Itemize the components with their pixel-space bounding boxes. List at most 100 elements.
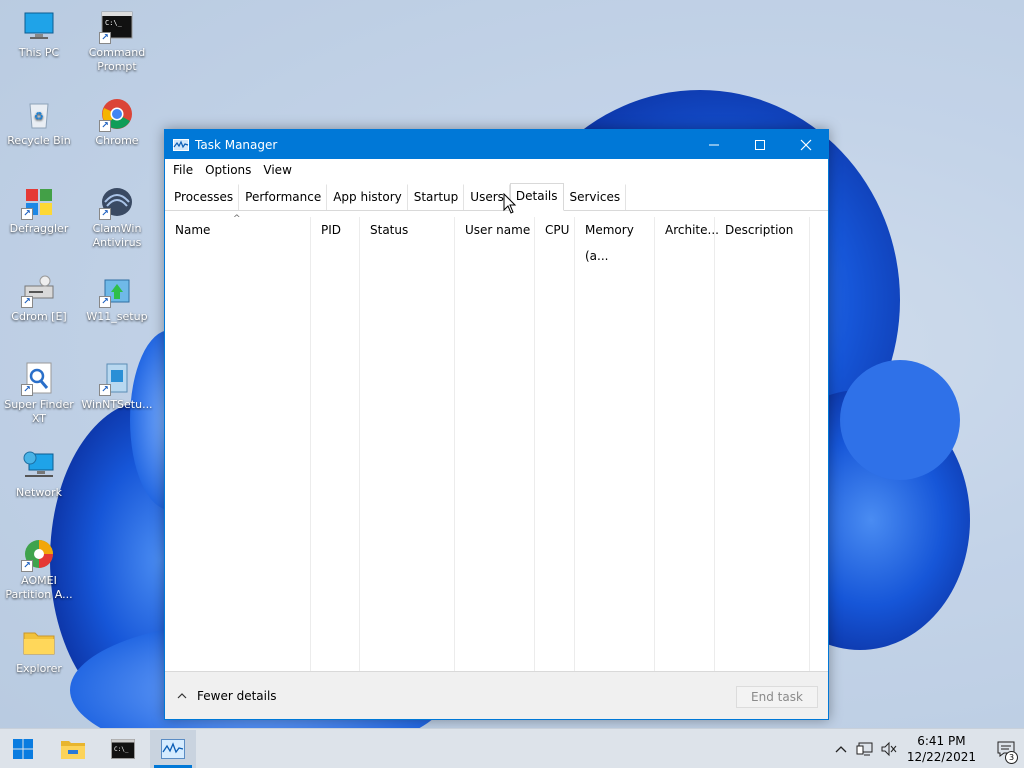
mouse-cursor-icon: [503, 193, 517, 214]
folder-icon: [61, 740, 85, 759]
shortcut-arrow-icon: ↗: [99, 32, 111, 44]
column-divider[interactable]: [310, 217, 311, 672]
desktop-icon-cdrom[interactable]: ↗ Cdrom [E]: [0, 272, 78, 324]
fewer-details-label: Fewer details: [197, 688, 277, 703]
desktop-icon-defraggler[interactable]: ↗ Defraggler: [0, 184, 78, 236]
cdrom-icon: ↗: [21, 272, 57, 308]
desktop-icon-winntsetup[interactable]: ↗ WinNTSetu...: [78, 360, 156, 412]
super-finder-icon: ↗: [21, 360, 57, 396]
notification-count-badge: 3: [1005, 751, 1018, 764]
column-header-status[interactable]: Status: [360, 217, 455, 243]
column-header-description[interactable]: Description: [715, 217, 810, 243]
volume-tray-button[interactable]: [877, 741, 901, 757]
svg-text:C:\_: C:\_: [105, 19, 123, 27]
column-divider[interactable]: [534, 217, 535, 672]
clamwin-icon: ↗: [99, 184, 135, 220]
menu-bar: File Options View: [165, 159, 828, 181]
system-tray: 6:41 PM 12/22/2021 3: [829, 729, 1024, 768]
show-hidden-icons-button[interactable]: [829, 745, 853, 753]
network-icon: [21, 448, 57, 484]
sort-ascending-icon: ^: [233, 214, 241, 224]
column-divider[interactable]: [574, 217, 575, 672]
winntsetup-icon: ↗: [99, 360, 135, 396]
end-task-button[interactable]: End task: [736, 686, 818, 708]
svg-text:♻: ♻: [34, 110, 44, 123]
column-header-pid[interactable]: PID: [311, 217, 360, 243]
task-manager-window[interactable]: Task Manager File Options View Processes…: [164, 129, 829, 720]
taskbar-clock[interactable]: 6:41 PM 12/22/2021: [907, 733, 976, 765]
desktop-icon-chrome[interactable]: ↗ Chrome: [78, 96, 156, 148]
menu-options[interactable]: Options: [199, 163, 257, 177]
desktop-icon-this-pc[interactable]: This PC: [0, 8, 78, 60]
tab-startup[interactable]: Startup: [407, 184, 465, 210]
notification-center-button[interactable]: 3: [988, 729, 1024, 768]
tab-services[interactable]: Services: [563, 184, 627, 210]
menu-file[interactable]: File: [167, 163, 199, 177]
desktop-icon-w11-setup[interactable]: ↗ W11_setup: [78, 272, 156, 324]
desktop-icon-label: WinNTSetu...: [81, 398, 153, 411]
column-divider[interactable]: [809, 217, 810, 672]
maximize-button[interactable]: [737, 130, 783, 159]
window-footer: Fewer details End task: [165, 671, 828, 719]
start-button[interactable]: [0, 730, 46, 768]
column-divider[interactable]: [359, 217, 360, 672]
desktop-icon-recycle-bin[interactable]: ♻ Recycle Bin: [0, 96, 78, 148]
desktop-icon-command-prompt[interactable]: C:\_ ↗ Command Prompt: [78, 8, 156, 74]
recycle-bin-icon: ♻: [21, 96, 57, 132]
tab-details[interactable]: Details: [509, 183, 564, 211]
desktop-icon-label: AOMEI Partition A...: [5, 574, 73, 601]
svg-text:C:\_: C:\_: [114, 746, 129, 753]
desktop-icon-network[interactable]: Network: [0, 448, 78, 500]
network-tray-button[interactable]: [853, 741, 877, 757]
tab-app-history[interactable]: App history: [327, 184, 408, 210]
tab-strip: Processes Performance App history Startu…: [165, 181, 828, 211]
desktop-icon-label: Network: [16, 486, 62, 499]
task-manager-icon: [161, 738, 185, 759]
chrome-icon: ↗: [99, 96, 135, 132]
desktop-icon-label: This PC: [18, 46, 60, 59]
monitor-icon: [21, 8, 57, 44]
tab-processes[interactable]: Processes: [168, 184, 240, 210]
desktop-icon-super-finder[interactable]: ↗ Super Finder XT: [0, 360, 78, 426]
desktop-icon-label: Super Finder XT: [4, 398, 74, 425]
fewer-details-button[interactable]: Fewer details: [177, 689, 277, 703]
tab-performance[interactable]: Performance: [239, 184, 328, 210]
taskbar: C:\_ 6:41 PM 12/22/2021 3: [0, 728, 1024, 768]
minimize-button[interactable]: [691, 130, 737, 159]
minimize-icon: [709, 144, 719, 145]
column-divider[interactable]: [654, 217, 655, 672]
shortcut-arrow-icon: ↗: [99, 208, 111, 220]
clock-date: 12/22/2021: [906, 750, 976, 764]
windows-logo-icon: [13, 738, 33, 759]
taskbar-command-prompt[interactable]: C:\_: [100, 730, 146, 768]
desktop-icon-label: Explorer: [16, 662, 62, 675]
column-header-user-name[interactable]: User name: [455, 217, 535, 243]
desktop-icon-label: Recycle Bin: [7, 134, 71, 147]
details-grid[interactable]: ^ Name PID Status User name CPU Memory (…: [165, 214, 828, 672]
column-divider[interactable]: [714, 217, 715, 672]
desktop-icon-explorer[interactable]: Explorer: [0, 624, 78, 676]
column-divider[interactable]: [454, 217, 455, 672]
shortcut-arrow-icon: ↗: [99, 384, 111, 396]
aomei-icon: ↗: [21, 536, 57, 572]
desktop-icon-label: Cdrom [E]: [11, 310, 67, 323]
close-button[interactable]: [783, 130, 829, 159]
desktop-icon-label: Defraggler: [9, 222, 69, 235]
shortcut-arrow-icon: ↗: [21, 208, 33, 220]
window-title: Task Manager: [195, 137, 278, 152]
column-header-cpu[interactable]: CPU: [535, 217, 575, 243]
desktop-icon-label: Command Prompt: [88, 46, 146, 73]
taskbar-task-manager[interactable]: [150, 729, 196, 768]
shortcut-arrow-icon: ↗: [99, 120, 111, 132]
taskbar-file-explorer[interactable]: [50, 730, 96, 768]
desktop-icon-clamwin[interactable]: ↗ ClamWin Antivirus: [78, 184, 156, 250]
desktop-icon-aomei[interactable]: ↗ AOMEI Partition A...: [0, 536, 78, 602]
chevron-up-icon: [835, 746, 847, 753]
column-header-architecture[interactable]: Archite...: [655, 217, 719, 243]
shortcut-arrow-icon: ↗: [99, 296, 111, 308]
menu-view[interactable]: View: [257, 163, 297, 177]
column-header-memory[interactable]: Memory (a...: [575, 217, 655, 263]
network-tray-icon: [856, 742, 873, 756]
close-icon: [800, 139, 812, 150]
title-bar[interactable]: Task Manager: [165, 130, 828, 159]
